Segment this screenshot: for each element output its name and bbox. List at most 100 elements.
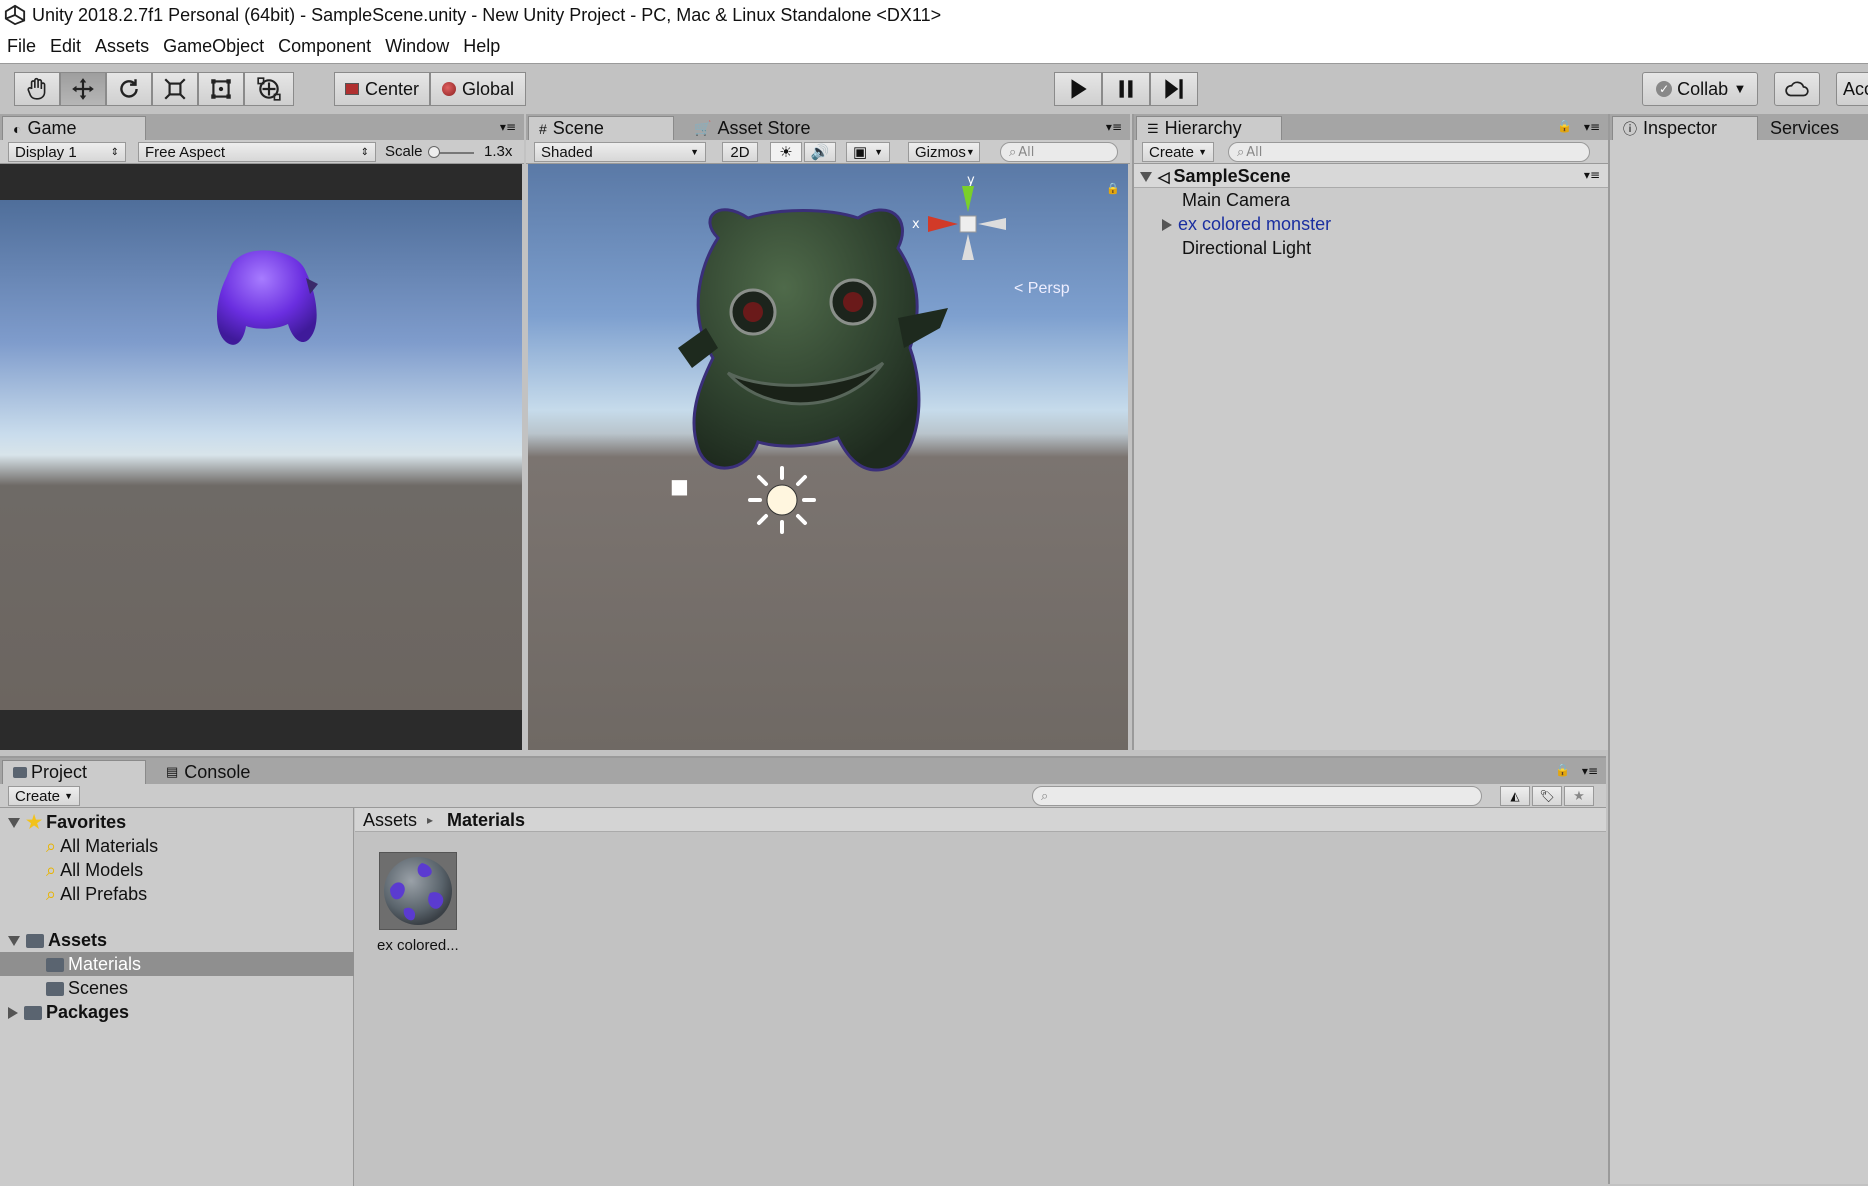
scene-header-row[interactable]: ◁ SampleScene ▾≡ [1134,164,1608,188]
material-thumbnail[interactable] [379,852,457,930]
expand-triangle-icon[interactable] [8,936,20,947]
global-space-button[interactable]: Global [430,72,526,106]
hierarchy-item[interactable]: Main Camera [1182,188,1290,212]
scale-label: Scale [385,143,423,160]
tab-project-label: Project [31,762,88,782]
favorites-node[interactable]: ★ Favorites [8,810,126,834]
hierarchy-create-button[interactable]: Create ▼ [1142,142,1214,162]
tab-inspector[interactable]: ⓘ Inspector [1612,116,1758,140]
tab-project[interactable]: Project [2,760,146,784]
hand-icon [27,77,46,100]
step-button[interactable] [1150,72,1198,106]
cloud-button[interactable] [1774,72,1820,106]
title-bar: Unity 2018.2.7f1 Personal (64bit) - Samp… [0,0,1868,30]
panel-menu-icon[interactable]: ▾≡ [1582,764,1598,778]
tab-services-label: Services [1770,117,1840,138]
project-create-button[interactable]: Create ▼ [8,786,80,806]
breadcrumb-root[interactable]: Assets [363,808,417,832]
play-icon [1071,79,1087,99]
panel-menu-icon[interactable]: ▾≡ [1584,120,1600,134]
pivot-center-button[interactable]: Center [334,72,430,106]
menu-help[interactable]: Help [456,36,507,57]
collapse-triangle-icon[interactable] [1162,219,1172,232]
grid-icon: # [539,120,547,137]
account-button[interactable]: Acc [1836,72,1868,106]
scene-view[interactable]: ■ y x 🔒 < Persp [528,164,1128,750]
menu-window[interactable]: Window [378,36,456,57]
favorite-button[interactable]: ★ [1564,786,1594,806]
menu-gameobject[interactable]: GameObject [156,36,271,57]
panel-menu-icon[interactable]: ▾≡ [1584,168,1600,182]
panel-menu-icon[interactable]: ▾≡ [1106,120,1122,134]
hand-tool-button[interactable] [14,72,60,106]
project-search-input[interactable]: ⌕ [1032,786,1482,806]
hierarchy-create-label: Create [1149,143,1195,161]
rotate-tool-button[interactable] [106,72,152,106]
hierarchy-item[interactable]: Directional Light [1182,236,1311,260]
scene-audio-toggle[interactable]: 🔊 [804,142,836,162]
expand-triangle-icon[interactable] [1140,172,1152,183]
menu-assets[interactable]: Assets [88,36,156,57]
favorite-item[interactable]: ⌕ All Materials [46,834,158,858]
folder-icon [24,1006,42,1021]
aspect-select[interactable]: Free Aspect ⇕ [138,142,376,162]
scene-orientation-gizmo[interactable]: y x [908,172,1028,282]
scale-slider[interactable] [428,146,474,158]
tab-scene[interactable]: # Scene [528,116,674,140]
light-gizmo-sun-icon[interactable] [746,464,818,536]
packages-node[interactable]: Packages [8,1000,129,1024]
folder-item-materials[interactable]: Materials [46,952,141,976]
panel-menu-icon[interactable]: ▾≡ [500,120,516,134]
mode-2d-toggle[interactable]: 2D [722,142,758,162]
scene-search-input[interactable]: ⌕ All [1000,142,1118,162]
tab-services[interactable]: Services [1760,116,1868,140]
tab-hierarchy[interactable]: ☰ Hierarchy [1136,116,1282,140]
assets-node[interactable]: Assets [8,928,107,952]
cloud-icon [1785,81,1809,97]
camera-gizmo-icon[interactable]: ■ [670,474,689,498]
lock-icon[interactable]: 🔒 [1557,119,1572,133]
pause-icon [1119,80,1133,98]
move-tool-button[interactable] [60,72,106,106]
display-select[interactable]: Display 1 ⇕ [8,142,126,162]
scale-tool-button[interactable] [152,72,198,106]
filter-by-type-button[interactable]: ◭ [1500,786,1530,806]
folder-item-scenes[interactable]: Scenes [46,976,128,1000]
gizmo-x-label: x [912,217,920,232]
gizmo-lock-icon[interactable]: 🔒 [1106,182,1120,195]
tab-console[interactable]: ▤ Console [156,760,296,784]
game-view[interactable] [0,164,522,750]
collab-button[interactable]: ✓ Collab ▼ [1642,72,1758,106]
breadcrumb-current[interactable]: Materials [447,808,525,832]
play-button[interactable] [1054,72,1102,106]
hierarchy-search-input[interactable]: ⌕ All [1228,142,1590,162]
tab-game[interactable]: ◐ Game [2,116,146,140]
updown-icon: ⇕ [360,146,369,158]
material-item-label[interactable]: ex colored... [377,934,459,958]
pause-button[interactable] [1102,72,1150,106]
persp-label[interactable]: < Persp [1014,280,1070,298]
favorite-item[interactable]: ⌕ All Prefabs [46,882,147,906]
menu-edit[interactable]: Edit [43,36,88,57]
lock-icon[interactable]: 🔒 [1555,763,1570,777]
hierarchy-item-prefab[interactable]: ex colored monster [1162,212,1331,236]
menu-component[interactable]: Component [271,36,378,57]
hierarchy-search-placeholder: All [1246,144,1263,160]
collapse-triangle-icon[interactable] [8,1007,18,1020]
favorite-item[interactable]: ⌕ All Models [46,858,143,882]
menu-file[interactable]: File [0,36,43,57]
expand-triangle-icon[interactable] [8,818,20,829]
selected-folder-row[interactable]: Materials [0,952,354,976]
scene-lighting-toggle[interactable]: ☀ [770,142,802,162]
shading-select[interactable]: Shaded ▼ [534,142,706,162]
scale-slider-thumb[interactable] [428,146,440,158]
tab-asset-store[interactable]: 🛒 Asset Store [684,116,844,140]
gizmos-menu[interactable]: Gizmos ▼ [908,142,980,162]
folder-icon [26,934,44,949]
transform-tool-button[interactable] [244,72,294,106]
updown-icon: ⇕ [110,146,119,158]
rect-tool-button[interactable] [198,72,244,106]
unity-scene-icon: ◁ [1158,169,1170,186]
scene-effects-toggle[interactable]: ▣ ▼ [846,142,890,162]
filter-by-label-button[interactable]: 🏷 [1532,786,1562,806]
